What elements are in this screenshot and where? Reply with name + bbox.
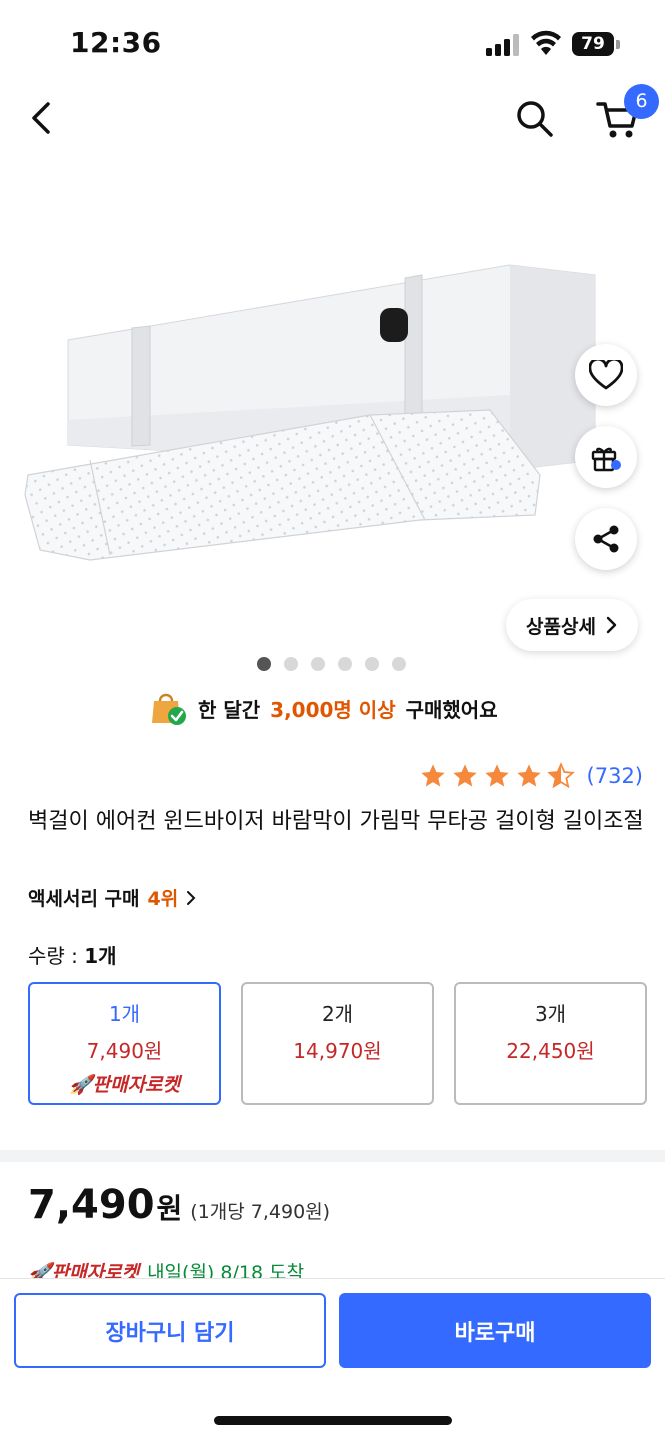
shopping-bag-check-icon (152, 693, 186, 725)
quantity-option-1[interactable]: 1개 7,490원 🚀판매자로켓 (28, 982, 221, 1105)
half-star-icon (546, 762, 575, 789)
buyers-count: 3,000명 이상 (270, 697, 396, 722)
wishlist-button[interactable] (575, 344, 637, 406)
star-icon (516, 764, 541, 787)
delivery-badge: 🚀판매자로켓 (28, 1258, 139, 1278)
unit-price: (1개당 7,490원) (190, 1201, 331, 1223)
product-detail-label: 상품상세 (526, 615, 596, 638)
cellular-signal-icon (486, 34, 519, 56)
option-price: 7,490원 (86, 1039, 163, 1063)
carousel-dot[interactable] (365, 657, 379, 671)
option-price: 22,450원 (506, 1039, 595, 1063)
quantity-label-text: 수량 : (28, 944, 78, 968)
buyers-suffix: 구매했어요 (405, 697, 498, 722)
price-currency: 원 (156, 1192, 183, 1225)
search-icon[interactable] (512, 96, 556, 140)
share-button[interactable] (575, 508, 637, 570)
category-ranking-link[interactable]: 액세서리 구매 4위 (28, 884, 196, 911)
ranking-number: 4위 (147, 888, 179, 910)
rocket-icon: 🚀 (68, 1074, 93, 1096)
buy-now-button[interactable]: 바로구매 (339, 1293, 651, 1368)
battery-indicator: 79 (572, 32, 620, 56)
sale-price: 7,490 (28, 1182, 155, 1228)
add-to-cart-button[interactable]: 장바구니 담기 (14, 1293, 326, 1368)
ranking-label: 액세서리 구매 (28, 888, 140, 910)
option-name: 3개 (534, 1002, 567, 1026)
star-icon (452, 764, 477, 787)
carousel-dot[interactable] (311, 657, 325, 671)
gift-button[interactable] (575, 426, 637, 488)
option-price: 14,970원 (293, 1039, 382, 1063)
section-divider (0, 1150, 665, 1162)
carousel-dot[interactable] (338, 657, 352, 671)
delivery-info: 🚀판매자로켓 내일(월) 8/18 도착 (28, 1258, 304, 1278)
star-icon (484, 764, 509, 787)
wifi-icon (531, 30, 561, 55)
carousel-dot[interactable] (392, 657, 406, 671)
battery-level: 79 (581, 34, 605, 54)
product-title: 벽걸이 에어컨 윈드바이저 바람막이 가림막 무타공 걸이형 길이조절 (28, 809, 644, 834)
gift-icon (591, 447, 621, 472)
review-count[interactable]: (732) (587, 764, 643, 788)
back-arrow-icon[interactable] (22, 96, 62, 140)
share-icon (593, 525, 619, 553)
carousel-dot[interactable] (257, 657, 271, 671)
buyers-prefix: 한 달간 (198, 697, 261, 722)
carousel-dot[interactable] (284, 657, 298, 671)
home-indicator[interactable] (214, 1416, 452, 1425)
quantity-label: 수량 : 1개 (28, 940, 117, 969)
chevron-right-icon (187, 890, 196, 905)
product-detail-button[interactable]: 상품상세 (506, 599, 638, 651)
heart-icon (589, 360, 623, 390)
star-icon (420, 764, 445, 787)
cart-count-badge: 6 (624, 84, 659, 119)
option-name: 1개 (108, 1002, 141, 1026)
quantity-value: 1개 (84, 944, 117, 968)
option-name: 2개 (321, 1002, 354, 1026)
quantity-option-2[interactable]: 2개 14,970원 (241, 982, 434, 1105)
price-summary: 7,490 원 (1개당 7,490원) (28, 1182, 330, 1228)
chevron-right-icon (606, 616, 617, 634)
delivery-eta: 내일(월) 8/18 도착 (147, 1262, 305, 1278)
purchase-count-banner: 한 달간 3,000명 이상 구매했어요 (150, 688, 498, 728)
quantity-option-3[interactable]: 3개 22,450원 (454, 982, 647, 1105)
delivery-badge-label: 판매자로켓 (51, 1262, 140, 1278)
rocket-badge-label: 판매자로켓 (92, 1074, 181, 1096)
carousel-pagination[interactable] (257, 657, 406, 671)
product-image[interactable] (0, 230, 665, 590)
status-bar: 12:36 79 (0, 0, 665, 88)
product-rating[interactable]: (732) (419, 762, 643, 790)
rocket-badge: 🚀판매자로켓 (30, 1070, 219, 1097)
status-time: 12:36 (70, 26, 162, 59)
